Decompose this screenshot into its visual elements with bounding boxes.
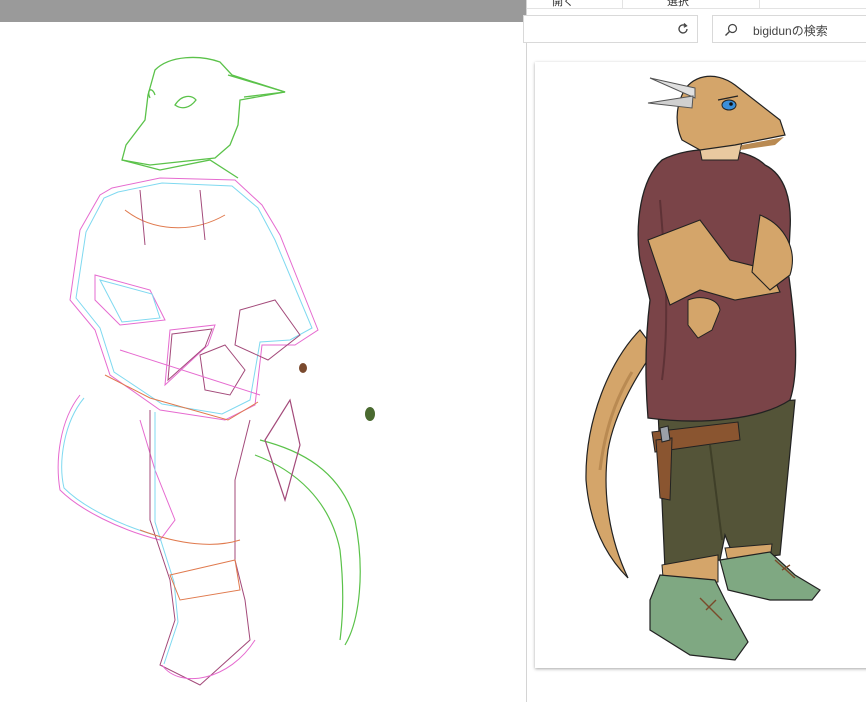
paint-dot-brown [299, 363, 307, 373]
search-placeholder: bigidunの検索 [753, 24, 828, 38]
menu-open[interactable]: 開く [552, 0, 574, 9]
ribbon-menu-strip: 開く 選択 [527, 0, 866, 9]
explorer-window: 開く 選択 bigidunの検索 [523, 0, 866, 702]
sketch-tail [254, 398, 361, 646]
preview-pane [527, 48, 866, 702]
menu-separator [759, 0, 760, 8]
sketch-head [121, 56, 286, 179]
character-illustration [585, 75, 821, 661]
image-preview [535, 62, 866, 668]
canvas-title-bar [0, 0, 527, 22]
paint-dot-green [365, 407, 375, 421]
menu-select[interactable]: 選択 [667, 0, 689, 9]
menu-separator [622, 0, 623, 8]
search-icon [725, 23, 738, 36]
sketch-canvas[interactable] [0, 22, 527, 702]
sketch-torso [69, 177, 319, 421]
refresh-button[interactable] [668, 15, 698, 43]
refresh-icon [678, 23, 688, 34]
drawing-canvas-pane[interactable] [0, 0, 527, 702]
sketch-legs [57, 394, 256, 686]
search-input[interactable]: bigidunの検索 [712, 15, 866, 43]
